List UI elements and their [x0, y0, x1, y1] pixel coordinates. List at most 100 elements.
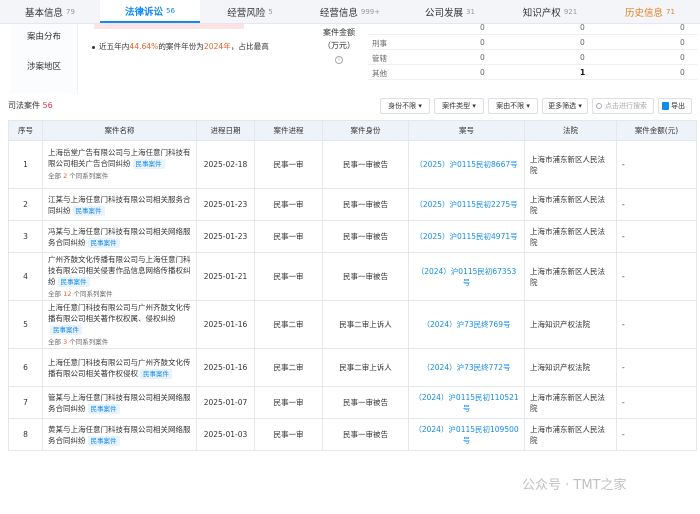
case-date: 2025-01-16 — [196, 300, 255, 349]
table-row[interactable]: 1 上海岳堂广告有限公司与上海任意门科技有限公司相关广告合同纠纷 民事案件 全部 2 … — [8, 140, 697, 189]
case-court: 上海市浦东新区人民法院 — [524, 386, 617, 419]
table-header: 序号 案件名称 进程日期 案件进程 案件身份 案号 法院 案件金额(元) — [8, 120, 697, 141]
amount-label: 案件金额（万元） i — [323, 28, 355, 64]
case-number-cell: （2025）沪0115民初8667号 — [408, 140, 525, 189]
stats-mini-table: 0 0 0 刑事 0 0 0 管辖 0 0 0 其他 0 1 0 — [368, 23, 698, 94]
column-header: 案件名称 — [42, 120, 197, 141]
case-number-link[interactable]: （2024）沪0115民初67353号 — [417, 267, 517, 287]
case-amount: - — [616, 252, 697, 301]
case-date: 2025-01-23 — [196, 220, 255, 253]
tab-basic[interactable]: 基本信息 79 — [0, 0, 100, 23]
side-item-region[interactable]: 涉案地区 — [10, 60, 78, 72]
case-number-cell: （2024）沪0115民初67353号 — [408, 252, 525, 301]
series-link[interactable]: 全部 2 个同系列案件 — [48, 171, 191, 182]
case-name-cell: 江某与上海任意门科技有限公司相关服务合同纠纷 民事案件 — [42, 188, 197, 221]
case-number-link[interactable]: （2024）沪0115民初110521号 — [414, 393, 518, 413]
column-header: 案件身份 — [322, 120, 409, 141]
table-row[interactable]: 3 冯某与上海任意门科技有限公司相关网络服务合同纠纷 民事案件 2025-01-23 民… — [8, 220, 697, 253]
case-name-cell: 上海任意门科技有限公司与广州齐鼓文化传播有限公司相关著作权权属、侵权纠纷民事案件… — [42, 300, 197, 349]
case-court: 上海市浦东新区人民法院 — [524, 252, 617, 301]
export-button[interactable]: 导出 — [658, 98, 692, 114]
mini-value: 0 — [480, 68, 485, 77]
series-link[interactable]: 全部 12 个同系列案件 — [48, 289, 191, 300]
case-role: 民事一审被告 — [322, 220, 409, 253]
tab-count: 5 — [268, 7, 273, 16]
export-icon — [662, 102, 669, 110]
row-number: 4 — [8, 252, 43, 301]
tab-count: 31 — [466, 7, 475, 16]
table-row[interactable]: 6 上海任意门科技有限公司与广州齐鼓文化传播有限公司相关著作权侵权 民事案件 2025… — [8, 348, 697, 387]
search-input[interactable]: 点击进行搜索 — [592, 98, 654, 114]
table-row[interactable]: 8 黄某与上海任意门科技有限公司相关网络服务合同纠纷 民事案件 2025-01-03 民… — [8, 418, 697, 451]
case-name[interactable]: 上海任意门科技有限公司与广州齐鼓文化传播有限公司相关著作权权属、侵权纠纷 — [48, 303, 191, 323]
case-name[interactable]: 江某与上海任意门科技有限公司相关服务合同纠纷 — [48, 195, 191, 215]
case-name-cell: 上海岳堂广告有限公司与上海任意门科技有限公司相关广告合同纠纷 民事案件 全部 2 个… — [42, 140, 197, 189]
search-icon — [596, 103, 602, 109]
row-number: 5 — [8, 300, 43, 349]
tab-label: 历史信息 — [625, 7, 664, 19]
case-court: 上海市浦东新区人民法院 — [524, 418, 617, 451]
case-tag: 民事案件 — [50, 324, 82, 335]
row-number: 2 — [8, 188, 43, 221]
tab-label: 知识产权 — [522, 7, 561, 19]
tab-risk[interactable]: 经营风险 5 — [200, 0, 300, 23]
stats-panel: 案由分布 涉案地区 近五年内44.64%的案件年份为2024年，占比最高 案件金… — [10, 23, 700, 94]
mini-row-label: 刑事 — [372, 39, 387, 48]
case-number-cell: （2025）沪0115民初2275号 — [408, 188, 525, 221]
case-role: 民事二审上诉人 — [322, 300, 409, 349]
tab-count: 999+ — [360, 7, 381, 16]
tab-count: 79 — [66, 7, 75, 16]
case-stage: 民事一审 — [254, 220, 323, 253]
mini-value: 1 — [580, 68, 586, 77]
case-number-link[interactable]: （2025）沪0115民初8667号 — [415, 160, 517, 169]
case-amount: - — [616, 220, 697, 253]
case-amount: - — [616, 188, 697, 221]
tab-label: 法律诉讼 — [125, 6, 164, 18]
case-court: 上海知识产权法院 — [524, 348, 617, 387]
case-number-link[interactable]: （2025）沪0115民初2275号 — [415, 200, 517, 209]
mini-value: 0 — [480, 23, 485, 32]
case-date: 2025-01-07 — [196, 386, 255, 419]
column-header: 法院 — [524, 120, 617, 141]
case-role: 民事二审上诉人 — [322, 348, 409, 387]
case-amount: - — [616, 348, 697, 387]
cases-table: 序号 案件名称 进程日期 案件进程 案件身份 案号 法院 案件金额(元) 1 上海岳堂广告有限公… — [8, 120, 697, 451]
case-stage: 民事二审 — [254, 300, 323, 349]
filter-role-button[interactable]: 身份不限 ▾ — [380, 98, 430, 114]
case-number-link[interactable]: （2024）沪73民终772号 — [423, 363, 511, 372]
case-stage: 民事二审 — [254, 348, 323, 387]
table-row[interactable]: 7 管某与上海任意门科技有限公司相关网络服务合同纠纷 民事案件 2025-01-07 民… — [8, 386, 697, 419]
filter-cause-button[interactable]: 案由不限 ▾ — [488, 98, 538, 114]
case-number-cell: （2025）沪0115民初4971号 — [408, 220, 525, 253]
column-header: 案件金额(元) — [616, 120, 697, 141]
case-name-cell: 冯某与上海任意门科技有限公司相关网络服务合同纠纷 民事案件 — [42, 220, 197, 253]
tab-label: 公司发展 — [425, 7, 464, 19]
side-item-cause[interactable]: 案由分布 — [10, 30, 78, 42]
table-row[interactable]: 2 江某与上海任意门科技有限公司相关服务合同纠纷 民事案件 2025-01-23 民事一… — [8, 188, 697, 221]
case-role: 民事一审被告 — [322, 252, 409, 301]
case-number-cell: （2024）沪73民终772号 — [408, 348, 525, 387]
case-court: 上海市浦东新区人民法院 — [524, 140, 617, 189]
mini-row-label: 管辖 — [372, 54, 387, 63]
case-name[interactable]: 上海岳堂广告有限公司与上海任意门科技有限公司相关广告合同纠纷 — [48, 148, 191, 168]
table-row[interactable]: 4 广州齐鼓文化传播有限公司与上海任意门科技有限公司相关侵害作品信息网络传播权纠纷… — [8, 252, 697, 301]
case-number-cell: （2024）沪73民终769号 — [408, 300, 525, 349]
case-court: 上海市浦东新区人民法院 — [524, 220, 617, 253]
mini-value: 0 — [680, 53, 685, 62]
filter-type-button[interactable]: 案件类型 ▾ — [434, 98, 484, 114]
filter-more-button[interactable]: 更多筛选 ▾ — [542, 98, 588, 114]
tab-legal[interactable]: 法律诉讼 56 — [100, 0, 200, 23]
case-tag: 民事案件 — [57, 276, 90, 287]
table-row[interactable]: 5 上海任意门科技有限公司与广州齐鼓文化传播有限公司相关著作权权属、侵权纠纷民事案… — [8, 300, 697, 349]
row-number: 8 — [8, 418, 43, 451]
row-number: 6 — [8, 348, 43, 387]
info-icon[interactable]: i — [335, 56, 343, 64]
mini-value: 0 — [680, 68, 685, 77]
case-number-link[interactable]: （2025）沪0115民初4971号 — [415, 232, 517, 241]
series-link[interactable]: 全部 3 个同系列案件 — [48, 337, 191, 348]
case-amount: - — [616, 386, 697, 419]
case-name-cell: 黄某与上海任意门科技有限公司相关网络服务合同纠纷 民事案件 — [42, 418, 197, 451]
case-number-link[interactable]: （2024）沪73民终769号 — [423, 320, 511, 329]
case-number-link[interactable]: （2024）沪0115民初109500号 — [414, 425, 518, 445]
filter-bar: 司法案件 56 身份不限 ▾ 案件类型 ▾ 案由不限 ▾ 更多筛选 ▾ 点击进行… — [0, 96, 700, 116]
